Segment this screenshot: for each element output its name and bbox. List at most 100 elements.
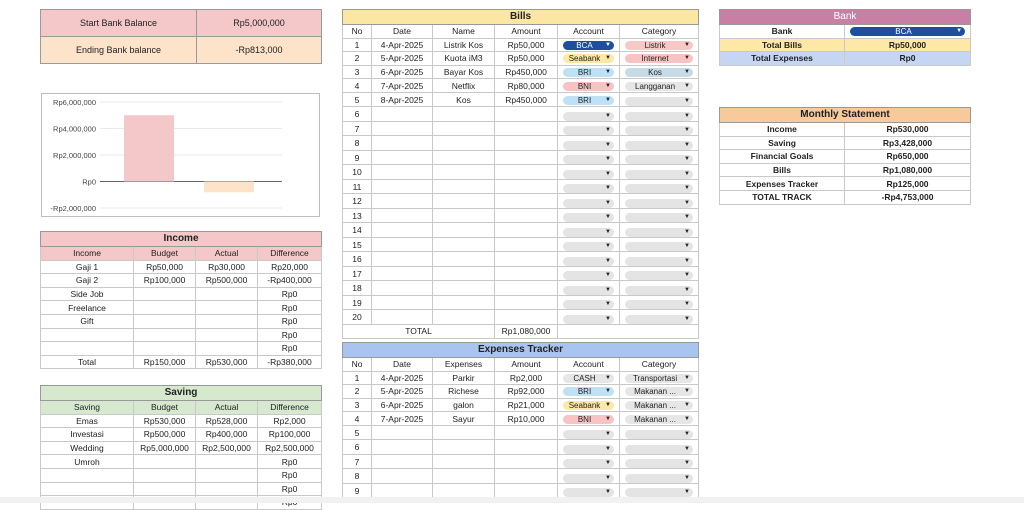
- amount-cell[interactable]: [494, 149, 558, 166]
- account-chip[interactable]: ▼: [563, 111, 614, 121]
- amount-cell[interactable]: [494, 135, 558, 151]
- amount-cell[interactable]: Rp80,000: [494, 78, 558, 93]
- account-select[interactable]: BRI ▼: [557, 91, 620, 108]
- name-cell[interactable]: Sayur: [432, 411, 495, 426]
- name-cell[interactable]: [432, 222, 495, 238]
- account-chip[interactable]: BRI ▼: [563, 68, 614, 78]
- name-cell[interactable]: [432, 424, 495, 441]
- name-cell[interactable]: [432, 482, 495, 499]
- amount-cell[interactable]: [494, 309, 558, 325]
- date-cell[interactable]: [371, 309, 433, 325]
- income-cell[interactable]: [133, 341, 196, 356]
- date-cell[interactable]: [371, 453, 433, 470]
- balance-chart[interactable]: Rp6,000,000 Rp4,000,000 Rp2,000,000 Rp0 -Rp2…: [41, 93, 320, 217]
- saving-cell[interactable]: Umroh: [40, 454, 134, 469]
- date-cell[interactable]: [371, 424, 433, 441]
- name-cell[interactable]: [432, 453, 495, 470]
- saving-cell[interactable]: Wedding: [40, 440, 134, 456]
- name-cell[interactable]: [432, 106, 495, 122]
- category-chip[interactable]: ▼: [625, 459, 693, 469]
- name-cell[interactable]: Bayar Kos: [432, 64, 495, 80]
- amount-cell[interactable]: [494, 439, 558, 455]
- start-balance-value[interactable]: Rp5,000,000: [196, 9, 322, 37]
- income-cell[interactable]: [40, 341, 134, 356]
- account-chip[interactable]: ▼: [563, 430, 614, 440]
- income-cell[interactable]: Rp0: [256, 286, 323, 302]
- date-cell[interactable]: 7-Apr-2025: [371, 411, 433, 426]
- account-chip[interactable]: ▼: [563, 213, 614, 223]
- category-select[interactable]: Langganan ▼: [619, 78, 699, 93]
- income-cell[interactable]: [133, 327, 196, 343]
- amount-cell[interactable]: [494, 251, 558, 267]
- income-cell[interactable]: [195, 300, 258, 315]
- amount-cell[interactable]: [494, 222, 558, 238]
- account-select[interactable]: ▼: [557, 265, 620, 282]
- name-cell[interactable]: Netflix: [432, 78, 495, 93]
- account-select[interactable]: Seabank ▼: [557, 51, 620, 66]
- amount-cell[interactable]: Rp450,000: [494, 91, 558, 108]
- name-cell[interactable]: [432, 120, 495, 137]
- name-cell[interactable]: [432, 309, 495, 325]
- saving-cell[interactable]: Rp0: [256, 467, 323, 483]
- chart-bar[interactable]: [204, 181, 254, 193]
- saving-cell[interactable]: Rp500,000: [133, 427, 196, 442]
- saving-cell[interactable]: Rp530,000: [133, 413, 196, 429]
- date-cell[interactable]: [371, 178, 433, 195]
- account-chip[interactable]: ▼: [563, 169, 614, 179]
- account-chip[interactable]: ▼: [563, 271, 614, 281]
- amount-cell[interactable]: [494, 193, 558, 209]
- name-cell[interactable]: Kos: [432, 91, 495, 108]
- account-chip[interactable]: BNI ▼: [563, 81, 614, 91]
- account-chip[interactable]: ▼: [563, 256, 614, 266]
- category-select[interactable]: ▼: [619, 193, 699, 209]
- account-select[interactable]: Seabank ▼: [557, 397, 620, 413]
- name-cell[interactable]: [432, 251, 495, 267]
- account-chip[interactable]: ▼: [563, 473, 614, 483]
- name-cell[interactable]: [432, 294, 495, 311]
- income-cell[interactable]: [195, 341, 258, 356]
- saving-cell[interactable]: Rp5,000,000: [133, 440, 196, 456]
- date-cell[interactable]: 4-Apr-2025: [371, 370, 433, 386]
- account-chip[interactable]: BCA ▼: [563, 40, 614, 50]
- income-cell[interactable]: Gift: [40, 313, 134, 329]
- category-select[interactable]: ▼: [619, 222, 699, 238]
- date-cell[interactable]: 6-Apr-2025: [371, 397, 433, 413]
- amount-cell[interactable]: Rp50,000: [494, 37, 558, 53]
- account-select[interactable]: ▼: [557, 309, 620, 325]
- amount-cell[interactable]: [494, 294, 558, 311]
- amount-cell[interactable]: [494, 482, 558, 499]
- amount-cell[interactable]: [494, 280, 558, 296]
- category-select[interactable]: ▼: [619, 453, 699, 470]
- income-cell[interactable]: Rp50,000: [133, 259, 196, 275]
- date-cell[interactable]: [371, 106, 433, 122]
- name-cell[interactable]: galon: [432, 397, 495, 413]
- date-cell[interactable]: 8-Apr-2025: [371, 91, 433, 108]
- category-select[interactable]: ▼: [619, 439, 699, 455]
- account-chip[interactable]: ▼: [563, 126, 614, 136]
- date-cell[interactable]: [371, 120, 433, 137]
- amount-cell[interactable]: [494, 453, 558, 470]
- category-chip[interactable]: Transportasi ▼: [625, 373, 693, 383]
- saving-cell[interactable]: [133, 467, 196, 483]
- saving-cell[interactable]: Rp528,000: [195, 413, 258, 429]
- category-chip[interactable]: Makanan ... ▼: [625, 387, 693, 397]
- income-cell[interactable]: Rp0: [256, 341, 323, 356]
- date-cell[interactable]: [371, 135, 433, 151]
- income-cell[interactable]: Rp20,000: [256, 259, 323, 275]
- chart-bar[interactable]: [124, 115, 174, 182]
- income-cell[interactable]: [40, 327, 134, 343]
- date-cell[interactable]: [371, 149, 433, 166]
- account-select[interactable]: ▼: [557, 135, 620, 151]
- category-chip[interactable]: Langganan ▼: [625, 81, 693, 91]
- name-cell[interactable]: [432, 265, 495, 282]
- category-select[interactable]: ▼: [619, 294, 699, 311]
- account-select[interactable]: ▼: [557, 468, 620, 484]
- saving-cell[interactable]: [40, 481, 134, 497]
- income-cell[interactable]: Rp500,000: [195, 273, 258, 288]
- category-chip[interactable]: Makanan ... ▼: [625, 401, 693, 411]
- account-select[interactable]: BNI ▼: [557, 78, 620, 93]
- date-cell[interactable]: [371, 251, 433, 267]
- income-cell[interactable]: Rp0: [256, 313, 323, 329]
- category-select[interactable]: Kos ▼: [619, 64, 699, 80]
- amount-cell[interactable]: [494, 207, 558, 224]
